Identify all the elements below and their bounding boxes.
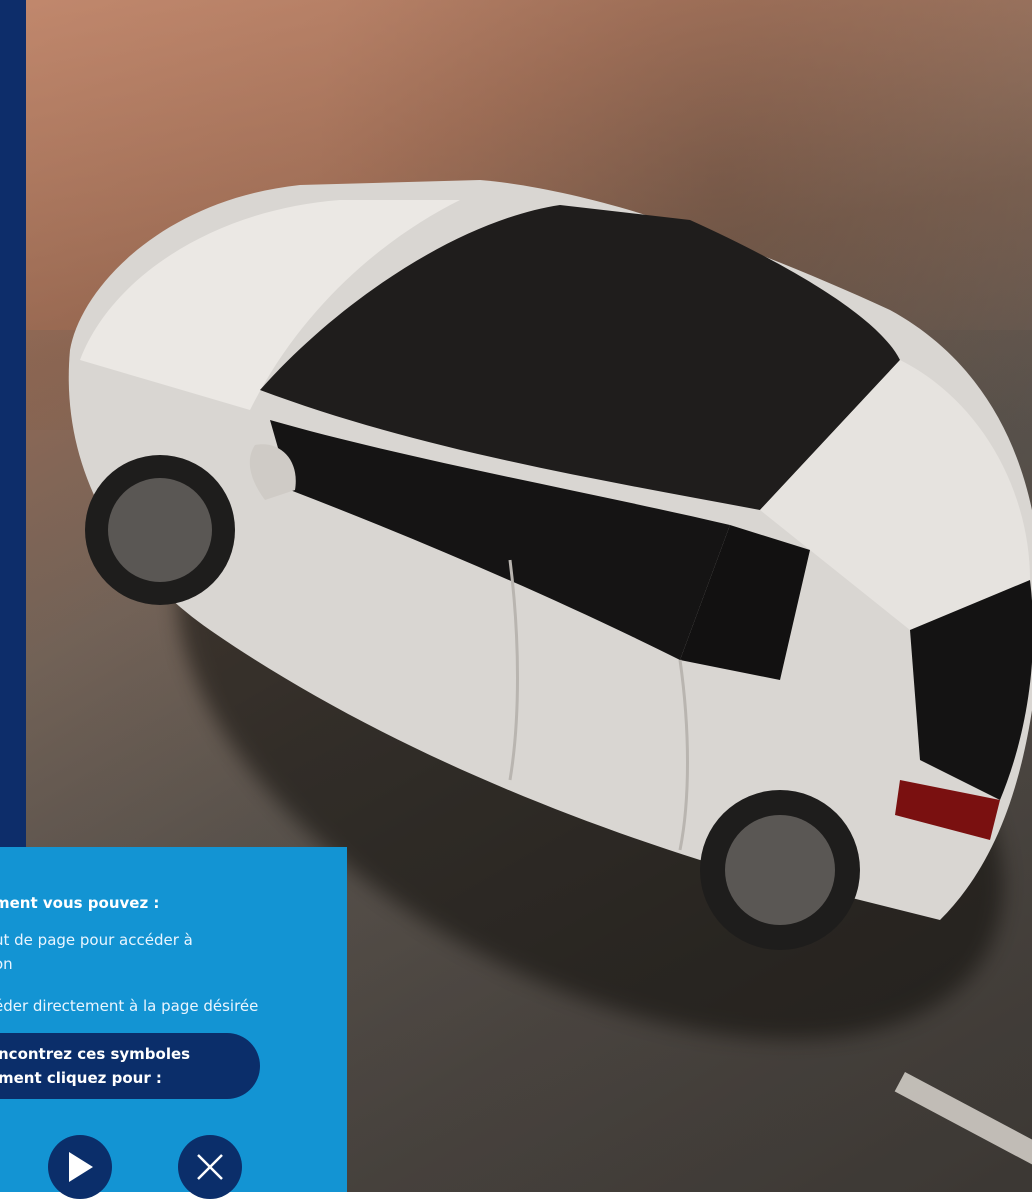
play-icon: [69, 1152, 93, 1182]
callout-line-2: ment cliquez pour :: [0, 1069, 162, 1087]
panel-text-line-2: on: [0, 955, 13, 973]
car-image: [40, 160, 1032, 960]
car-illustration: [68, 180, 1032, 950]
close-icon: [197, 1154, 223, 1180]
left-accent-strip: [0, 0, 26, 847]
callout-line-1: ncontrez ces symboles: [0, 1045, 191, 1063]
close-button[interactable]: [178, 1135, 242, 1199]
play-button[interactable]: [48, 1135, 112, 1199]
panel-text-line-3: éder directement à la page désirée: [0, 997, 259, 1015]
navigation-help-panel: ment vous pouvez : ut de page pour accéd…: [0, 847, 347, 1192]
symbols-callout: ncontrez ces symboles ment cliquez pour …: [0, 1033, 260, 1099]
panel-heading: ment vous pouvez :: [0, 894, 160, 912]
panel-text-line-1: ut de page pour accéder à: [0, 931, 193, 949]
